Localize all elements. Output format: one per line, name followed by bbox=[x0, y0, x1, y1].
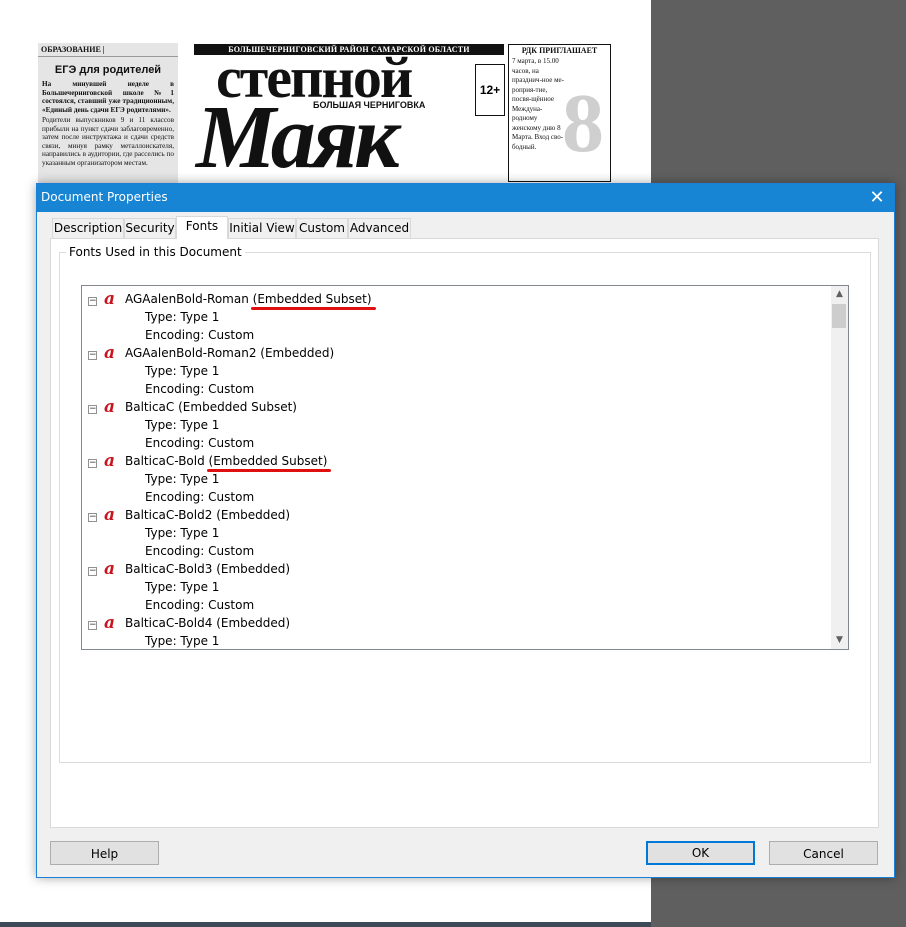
dialog-titlebar[interactable]: Document Properties ✕ bbox=[37, 184, 894, 212]
font-type-detail: Type: Type 1 bbox=[145, 634, 220, 648]
font-embed-status: (Embedded Subset) bbox=[252, 292, 372, 306]
document-properties-dialog: Document Properties ✕ Description Securi… bbox=[36, 183, 895, 878]
font-name-row: BalticaC (Embedded Subset) bbox=[125, 400, 297, 414]
article-headline: ЕГЭ для родителей bbox=[54, 64, 162, 76]
font-tree-item[interactable]: − a BalticaC (Embedded Subset) Type: Type 1… bbox=[82, 399, 830, 453]
article-body: Родители выпускников 9 и 11 классов приб… bbox=[42, 116, 174, 167]
font-tree-item[interactable]: − a BalticaC-Bold3 (Embedded) Type: Type 1 E… bbox=[82, 561, 830, 615]
fonts-tab-panel: Fonts Used in this Document − a AGAalenBol… bbox=[50, 238, 879, 828]
font-encoding-detail: Encoding: Custom bbox=[145, 436, 255, 450]
font-embed-status: (Embedded Subset) bbox=[178, 400, 297, 414]
collapse-toggle-icon[interactable]: − bbox=[88, 621, 97, 630]
red-highlight-underline bbox=[250, 307, 376, 310]
font-encoding-detail: Encoding: Custom bbox=[145, 382, 255, 396]
font-type-detail: Type: Type 1 bbox=[145, 418, 220, 432]
font-name-row: BalticaC-Bold3 (Embedded) bbox=[125, 562, 290, 576]
font-name: BalticaC-Bold bbox=[125, 454, 205, 468]
font-type-detail: Type: Type 1 bbox=[145, 526, 220, 540]
tab-custom[interactable]: Custom bbox=[296, 218, 348, 238]
font-type-detail: Type: Type 1 bbox=[145, 580, 220, 594]
age-rating-badge: 12+ bbox=[475, 64, 505, 116]
fonts-groupbox-label: Fonts Used in this Document bbox=[66, 245, 245, 259]
font-type-detail: Type: Type 1 bbox=[145, 472, 220, 486]
help-button[interactable]: Help bbox=[50, 841, 159, 865]
font-type-icon: a bbox=[104, 343, 116, 363]
dialog-title: Document Properties bbox=[41, 190, 168, 204]
font-encoding-detail: Encoding: Custom bbox=[145, 598, 255, 612]
tab-initial-view[interactable]: Initial View bbox=[228, 218, 296, 238]
font-embed-status: (Embedded Subset) bbox=[208, 454, 328, 468]
article-lead: На минувшей неделе в Большечерниговской … bbox=[42, 80, 174, 114]
font-type-icon: a bbox=[104, 613, 116, 633]
collapse-toggle-icon[interactable]: − bbox=[88, 405, 97, 414]
font-type-detail: Type: Type 1 bbox=[145, 364, 220, 378]
font-encoding-detail: Encoding: Custom bbox=[145, 490, 255, 504]
font-embed-status: (Embedded) bbox=[216, 616, 291, 630]
font-name: BalticaC-Bold3 bbox=[125, 562, 213, 576]
collapse-toggle-icon[interactable]: − bbox=[88, 351, 97, 360]
scroll-up-arrow-icon[interactable]: ▲ bbox=[831, 286, 848, 303]
tab-security[interactable]: Security bbox=[124, 218, 176, 238]
article-section-label: ОБРАЗОВАНИЕ | bbox=[38, 43, 178, 57]
red-highlight-underline bbox=[206, 469, 332, 472]
font-name-row: BalticaC-Bold4 (Embedded) bbox=[125, 616, 290, 630]
font-type-icon: a bbox=[104, 559, 116, 579]
font-type-icon: a bbox=[104, 289, 116, 309]
scrollbar-thumb[interactable] bbox=[832, 304, 846, 328]
ok-button[interactable]: OK bbox=[646, 841, 755, 865]
ad-title: РДК ПРИГЛАШАЕТ bbox=[521, 46, 598, 55]
font-name: AGAalenBold-Roman bbox=[125, 292, 249, 306]
tab-advanced[interactable]: Advanced bbox=[348, 218, 411, 238]
font-encoding-detail: Encoding: Custom bbox=[145, 544, 255, 558]
cancel-button[interactable]: Cancel bbox=[769, 841, 878, 865]
close-button[interactable]: ✕ bbox=[860, 184, 894, 212]
newspaper-ad-box: 8 РДК ПРИГЛАШАЕТ 7 марта, в 15.00 часов,… bbox=[508, 44, 611, 182]
tab-fonts[interactable]: Fonts bbox=[176, 216, 228, 239]
scroll-down-arrow-icon[interactable]: ▼ bbox=[831, 632, 848, 649]
tab-description[interactable]: Description bbox=[52, 218, 124, 238]
font-name: BalticaC-Bold4 bbox=[125, 616, 213, 630]
font-embed-status: (Embedded) bbox=[216, 562, 291, 576]
font-tree-item[interactable]: − a BalticaC-Bold (Embedded Subset) Type: T… bbox=[82, 453, 830, 507]
collapse-toggle-icon[interactable]: − bbox=[88, 567, 97, 576]
collapse-toggle-icon[interactable]: − bbox=[88, 297, 97, 306]
ad-text: 7 марта, в 15.00 часов, на празднич-ное … bbox=[512, 57, 564, 151]
fonts-tree: − a AGAalenBold-Roman (Embedded Subset) Typ… bbox=[82, 286, 830, 649]
font-name-row: BalticaC-Bold2 (Embedded) bbox=[125, 508, 290, 522]
font-embed-status: (Embedded) bbox=[260, 346, 335, 360]
fonts-groupbox: Fonts Used in this Document − a AGAalenBol… bbox=[59, 245, 871, 763]
font-tree-item[interactable]: − a AGAalenBold-Roman2 (Embedded) Type: Typ… bbox=[82, 345, 830, 399]
font-encoding-detail: Encoding: Custom bbox=[145, 328, 255, 342]
font-type-detail: Type: Type 1 bbox=[145, 310, 220, 324]
font-type-icon: a bbox=[104, 397, 116, 417]
fonts-tree-view[interactable]: − a AGAalenBold-Roman (Embedded Subset) Typ… bbox=[81, 285, 849, 650]
ad-numeral: 8 bbox=[562, 77, 604, 170]
newspaper-subtitle: БОЛЬШАЯ ЧЕРНИГОВКА bbox=[313, 100, 426, 110]
taskbar-strip bbox=[0, 922, 651, 927]
font-embed-status: (Embedded) bbox=[216, 508, 291, 522]
font-name: AGAalenBold-Roman2 bbox=[125, 346, 257, 360]
font-name-row: BalticaC-Bold (Embedded Subset) bbox=[125, 454, 327, 468]
font-type-icon: a bbox=[104, 451, 116, 471]
font-name-row: AGAalenBold-Roman (Embedded Subset) bbox=[125, 292, 372, 306]
font-tree-item[interactable]: − a AGAalenBold-Roman (Embedded Subset) Typ… bbox=[82, 291, 830, 345]
font-tree-item[interactable]: − a BalticaC-Bold2 (Embedded) Type: Type 1 E… bbox=[82, 507, 830, 561]
font-name-row: AGAalenBold-Roman2 (Embedded) bbox=[125, 346, 334, 360]
vertical-scrollbar[interactable]: ▲ ▼ bbox=[831, 286, 848, 649]
font-type-icon: a bbox=[104, 505, 116, 525]
font-name: BalticaC bbox=[125, 400, 175, 414]
font-tree-item[interactable]: − a BalticaC-Bold4 (Embedded) Type: Type 1 bbox=[82, 613, 830, 649]
collapse-toggle-icon[interactable]: − bbox=[88, 513, 97, 522]
font-name: BalticaC-Bold2 bbox=[125, 508, 213, 522]
collapse-toggle-icon[interactable]: − bbox=[88, 459, 97, 468]
